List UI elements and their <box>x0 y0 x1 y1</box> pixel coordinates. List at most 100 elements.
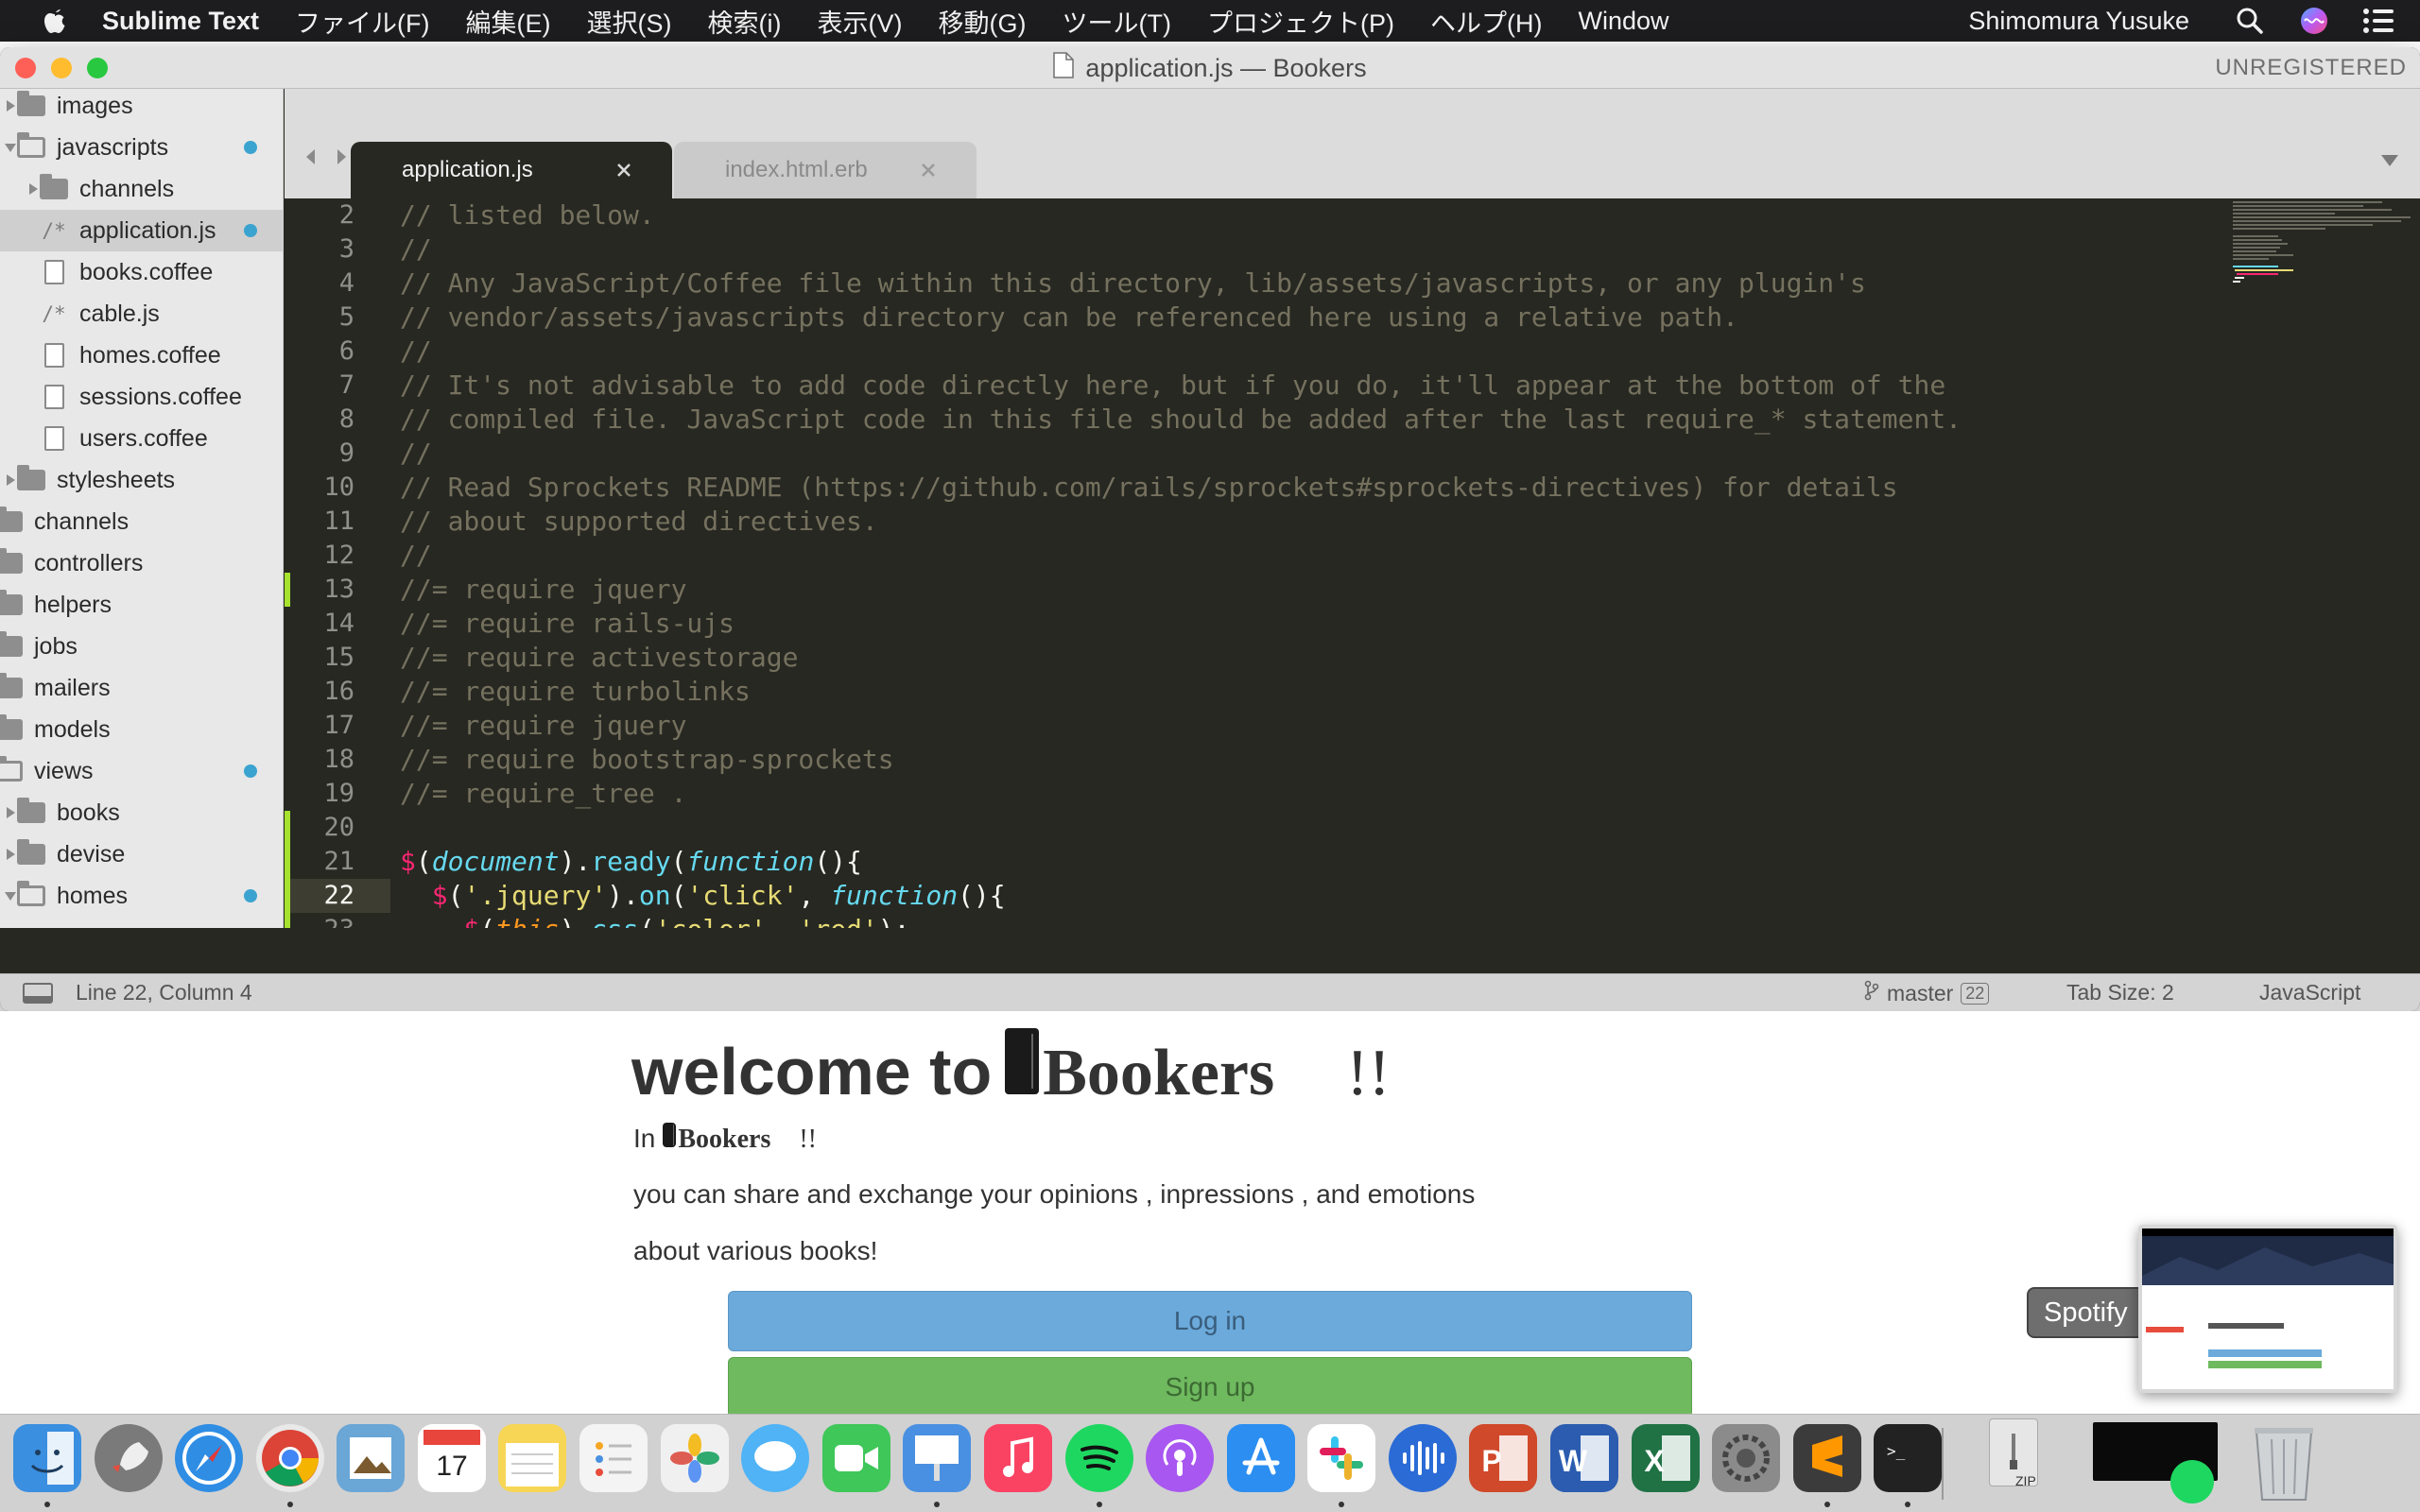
disclosure-closed-icon[interactable] <box>4 848 17 861</box>
disclosure-closed-icon[interactable] <box>4 806 17 819</box>
tab-index-html-erb[interactable]: index.html.erb <box>674 142 977 198</box>
spotify-minimized-icon[interactable] <box>2170 1460 2214 1503</box>
photos-icon[interactable] <box>661 1424 729 1492</box>
sidebar-item[interactable]: stylesheets <box>0 459 283 501</box>
git-branch[interactable]: master 22 <box>1864 980 1990 1006</box>
siri-icon[interactable] <box>2295 2 2333 40</box>
preview-icon[interactable] <box>337 1424 405 1492</box>
menu-help[interactable]: ヘルプ(H) <box>1430 3 1542 40</box>
code-line[interactable]: $(this).css('color', 'red'); <box>400 913 909 928</box>
minimap[interactable] <box>2221 198 2420 387</box>
sidebar-item[interactable]: homes <box>0 875 283 917</box>
code-line[interactable]: //= require activestorage <box>400 641 798 675</box>
spotify-icon[interactable] <box>1065 1424 1133 1492</box>
chrome-icon[interactable] <box>256 1424 324 1492</box>
trash-icon[interactable] <box>2246 1418 2322 1503</box>
code-line[interactable]: //= require turbolinks <box>400 675 751 709</box>
tab-close-icon[interactable] <box>918 160 939 180</box>
menu-file[interactable]: ファイル(F) <box>295 3 429 40</box>
code-line[interactable]: // listed below. <box>400 198 655 232</box>
code-line[interactable]: // about supported directives. <box>400 505 878 539</box>
tab-close-icon[interactable] <box>614 160 634 180</box>
tab-list-dropdown-icon[interactable] <box>2380 153 2399 173</box>
sidebar-item[interactable]: devise <box>0 833 283 875</box>
sidebar-item[interactable]: mailers <box>0 667 283 709</box>
sidebar-item[interactable]: books <box>0 792 283 833</box>
menu-window[interactable]: Window <box>1578 7 1668 36</box>
disclosure-open-icon[interactable] <box>4 141 17 154</box>
sidebar-item[interactable]: /* cable.js <box>0 293 283 335</box>
menu-find[interactable]: 検索(i) <box>708 3 782 40</box>
code-line[interactable]: // <box>400 232 432 266</box>
login-button[interactable]: Log in <box>728 1291 1692 1351</box>
menu-edit[interactable]: 編集(E) <box>466 3 551 40</box>
code-editor[interactable]: 2345678910111213141516171819202122232425… <box>285 198 2420 928</box>
title-bar[interactable]: application.js — Bookers UNREGISTERED <box>0 47 2420 89</box>
notification-center-icon[interactable] <box>2360 2 2397 40</box>
sidebar-item[interactable]: sessions.coffee <box>0 376 283 418</box>
sidebar-item[interactable]: helpers <box>0 584 283 626</box>
code-line[interactable]: $(document).ready(function(){ <box>400 845 862 879</box>
sidebar-item[interactable]: <> index.html.erb <box>0 917 283 929</box>
sublime-text-icon[interactable] <box>1793 1424 1861 1492</box>
system-preferences-icon[interactable] <box>1712 1424 1780 1492</box>
code-line[interactable]: // <box>400 437 432 471</box>
code-line[interactable]: // <box>400 335 432 369</box>
terminal-icon[interactable]: >_ <box>1874 1424 1942 1492</box>
code-line[interactable]: // Any JavaScript/Coffee file within thi… <box>400 266 1866 301</box>
sidebar-item[interactable]: users.coffee <box>0 418 283 459</box>
music-icon[interactable] <box>984 1424 1052 1492</box>
sidebar-item[interactable]: models <box>0 709 283 750</box>
code-line[interactable]: // <box>400 539 432 573</box>
facetime-icon[interactable] <box>822 1424 890 1492</box>
menu-selection[interactable]: 選択(S) <box>587 3 672 40</box>
signup-button[interactable]: Sign up <box>728 1357 1692 1414</box>
audio-app-icon[interactable] <box>1389 1424 1457 1492</box>
code-line[interactable]: // It's not advisable to add code direct… <box>400 369 1945 403</box>
sidebar-item[interactable]: images <box>0 89 283 127</box>
menu-view[interactable]: 表示(V) <box>818 3 903 40</box>
sidebar-item[interactable]: channels <box>0 501 283 542</box>
code-line[interactable]: //= require jquery <box>400 573 686 607</box>
slack-icon[interactable] <box>1307 1424 1375 1492</box>
tab-application-js[interactable]: application.js <box>351 142 672 198</box>
word-icon[interactable]: W <box>1550 1424 1618 1492</box>
sidebar-item[interactable]: views <box>0 750 283 792</box>
spotlight-search-icon[interactable] <box>2231 2 2269 40</box>
safari-icon[interactable] <box>175 1424 243 1492</box>
panel-toggle-icon[interactable] <box>23 983 53 1004</box>
code-line[interactable]: // Read Sprockets README (https://github… <box>400 471 1898 505</box>
app-store-icon[interactable] <box>1227 1424 1295 1492</box>
code-line[interactable]: //= require bootstrap-sprockets <box>400 743 894 777</box>
code-line[interactable]: // compiled file. JavaScript code in thi… <box>400 403 1962 437</box>
tab-nav-left-icon[interactable] <box>303 147 319 171</box>
code-line[interactable]: // vendor/assets/javascripts directory c… <box>400 301 1738 335</box>
podcasts-icon[interactable] <box>1146 1424 1214 1492</box>
menu-goto[interactable]: 移動(G) <box>939 3 1027 40</box>
notes-icon[interactable] <box>498 1424 566 1492</box>
messages-icon[interactable] <box>741 1424 809 1492</box>
calendar-icon[interactable]: 17 <box>418 1424 486 1492</box>
sidebar-item[interactable]: homes.coffee <box>0 335 283 376</box>
disclosure-closed-icon[interactable] <box>4 99 17 112</box>
powerpoint-icon[interactable]: P <box>1469 1424 1537 1492</box>
menu-tools[interactable]: ツール(T) <box>1063 3 1171 40</box>
code-line[interactable]: //= require jquery <box>400 709 686 743</box>
sidebar-item[interactable]: /* application.js <box>0 210 283 251</box>
sidebar-item[interactable]: jobs <box>0 626 283 667</box>
screenshot-thumbnail[interactable] <box>2138 1225 2397 1393</box>
excel-icon[interactable]: X <box>1632 1424 1700 1492</box>
finder-icon[interactable] <box>13 1424 81 1492</box>
tab-nav-right-icon[interactable] <box>334 147 349 171</box>
menubar-user-name[interactable]: Shimomura Yusuke <box>1968 7 2189 36</box>
tab-size-indicator[interactable]: Tab Size: 2 <box>2066 980 2174 1005</box>
menu-project[interactable]: プロジェクト(P) <box>1207 3 1394 40</box>
cursor-position[interactable]: Line 22, Column 4 <box>76 980 252 1005</box>
keynote-icon[interactable] <box>903 1424 971 1492</box>
app-name-menu[interactable]: Sublime Text <box>102 7 259 36</box>
disclosure-closed-icon[interactable] <box>4 473 17 487</box>
launchpad-icon[interactable] <box>95 1424 163 1492</box>
syntax-indicator[interactable]: JavaScript <box>2259 980 2360 1005</box>
sidebar-item[interactable]: books.coffee <box>0 251 283 293</box>
sidebar-item[interactable]: channels <box>0 168 283 210</box>
